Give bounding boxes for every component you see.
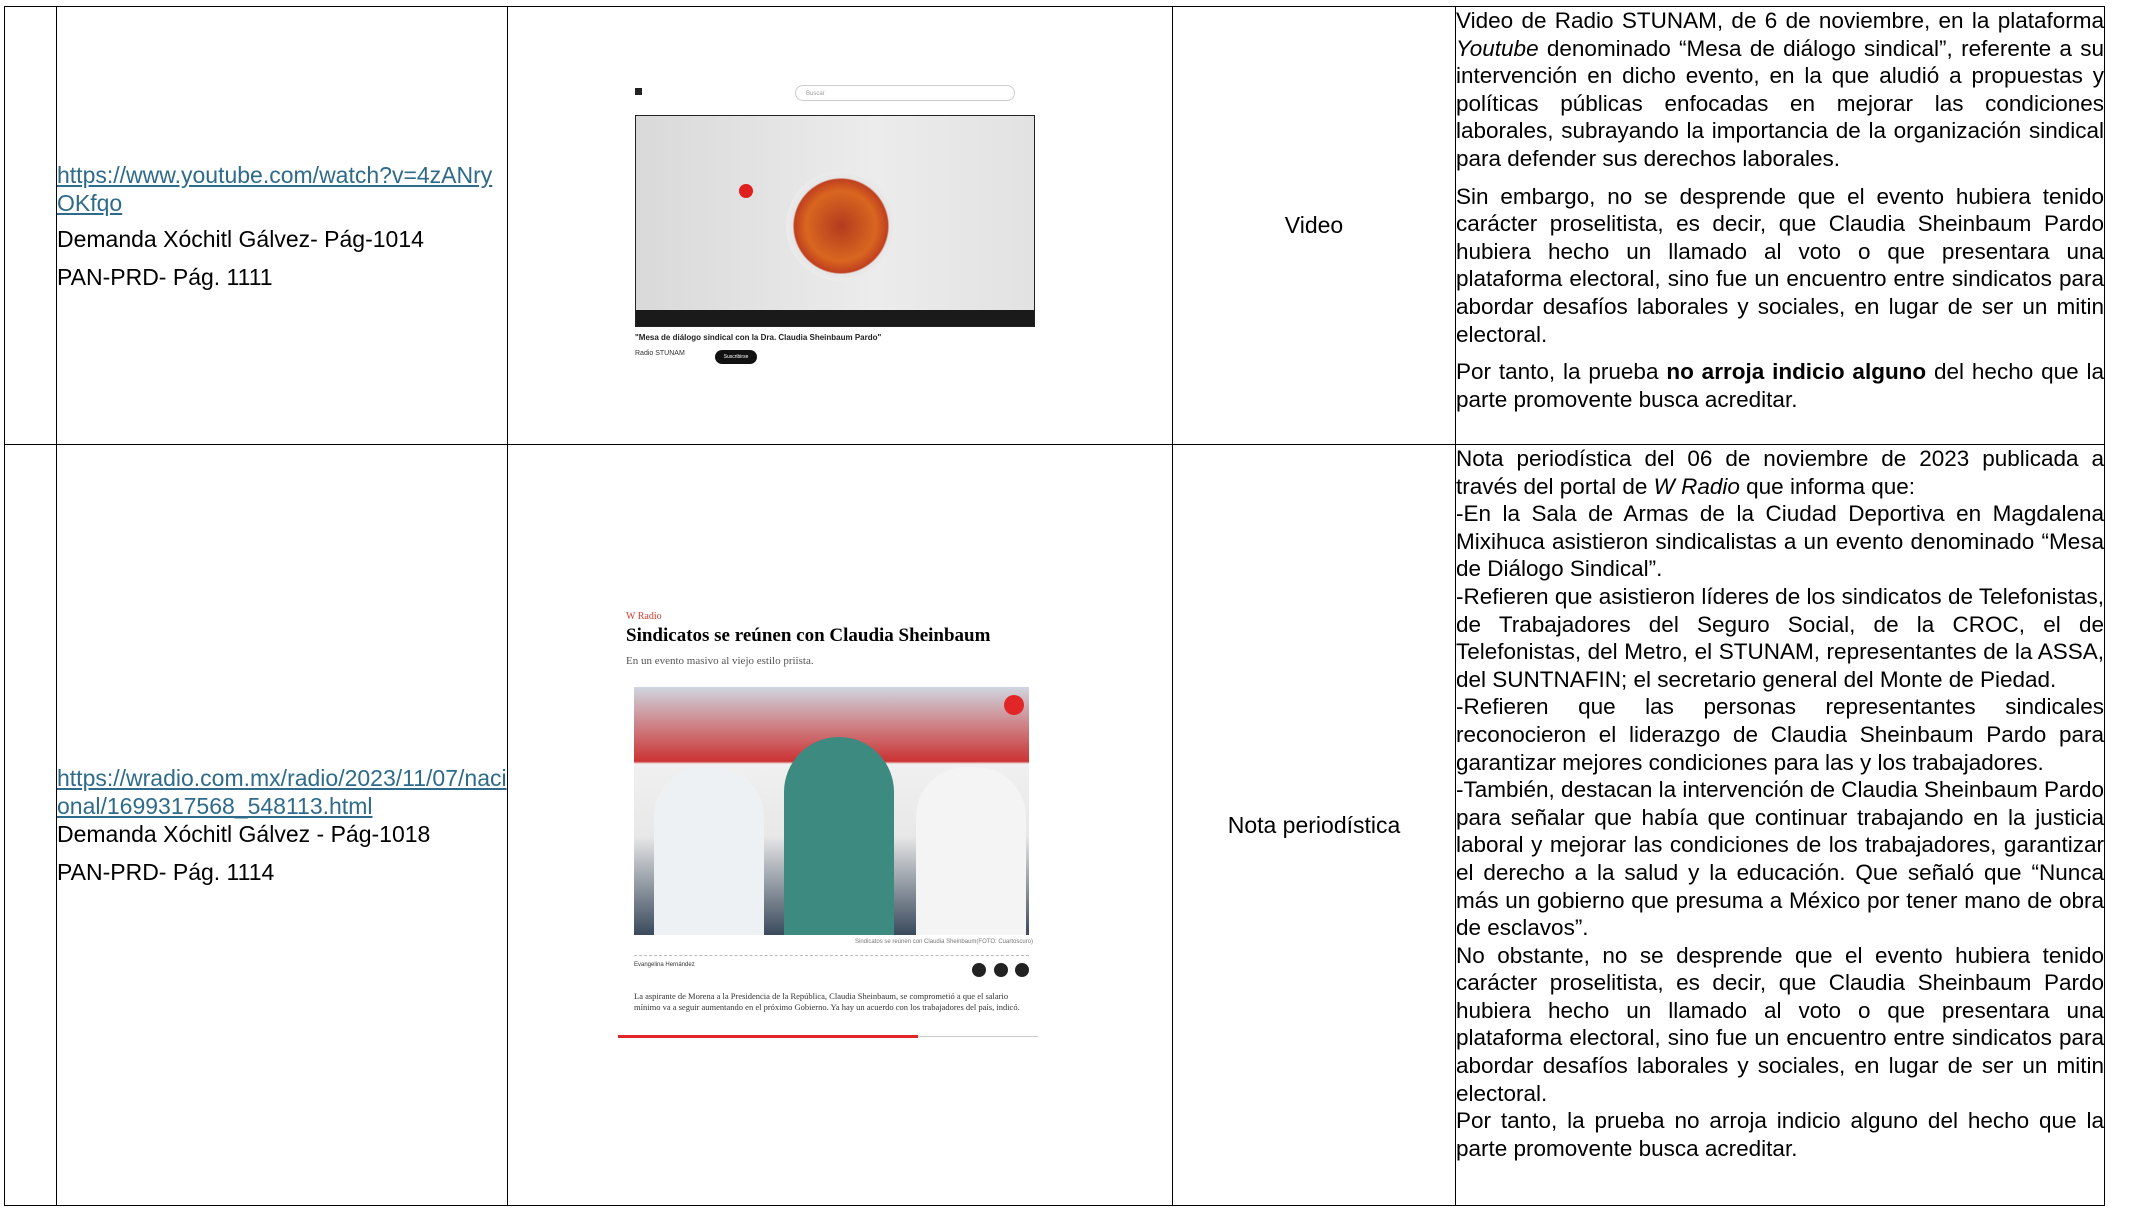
record-dot-icon	[739, 184, 753, 198]
description-paragraph: Por tanto, la prueba no arroja indicio a…	[1456, 1107, 2104, 1162]
x-icon	[993, 963, 1008, 977]
description-paragraph: Por tanto, la prueba no arroja indicio a…	[1456, 358, 2104, 413]
youtube-search-box: Buscar	[795, 85, 1015, 101]
person-figure	[654, 767, 764, 935]
share-icons	[969, 963, 1029, 982]
wradio-screenshot: W Radio Sindicatos se reúnen con Claudia…	[618, 611, 1058, 1051]
text-run: Sin embargo, no se desprende que el even…	[1456, 183, 2104, 347]
video-title: "Mesa de diálogo sindical con la Dra. Cl…	[635, 333, 882, 342]
description-cell: Nota periodística del 06 de noviembre de…	[1455, 444, 2105, 1206]
demanda-reference: Demanda Xóchitl Gálvez - Pág-1018	[57, 821, 431, 847]
index-cell	[4, 6, 57, 445]
person-figure	[784, 737, 894, 935]
photo-caption: Sindicatos se reúnen con Claudia Sheinba…	[855, 939, 1033, 945]
whatsapp-icon	[972, 963, 987, 977]
divider	[918, 1036, 1038, 1037]
wradio-brand: W Radio	[626, 611, 662, 622]
description-text: Nota periodística del 06 de noviembre de…	[1456, 445, 2104, 1162]
text-run: -En la Sala de Armas de la Ciudad Deport…	[1456, 501, 2104, 582]
article-lede: En un evento masivo al viejo estilo prii…	[626, 655, 814, 667]
video-player	[635, 115, 1035, 327]
text-run: W Radio	[1653, 473, 1740, 499]
pan-prd-reference: PAN-PRD- Pág. 1111	[57, 263, 273, 290]
description-paragraph: Nota periodística del 06 de noviembre de…	[1456, 445, 2104, 500]
description-paragraph: No obstante, no se desprende que el even…	[1456, 942, 2104, 1108]
source-cell: https://www.youtube.com/watch?v=4zANryOK…	[56, 6, 508, 445]
facebook-icon	[1015, 963, 1029, 977]
evidence-type: Video	[1172, 6, 1456, 445]
article-photo	[634, 687, 1029, 935]
expand-icon	[1004, 695, 1024, 715]
description-paragraph: -Refieren que asistieron líderes de los …	[1456, 583, 2104, 693]
youtube-topbar: Buscar	[635, 85, 1035, 103]
article-headline: Sindicatos se reúnen con Claudia Sheinba…	[626, 625, 991, 646]
table-row: https://wradio.com.mx/radio/2023/11/07/n…	[4, 444, 2105, 1206]
text-run: Por tanto, la prueba no arroja indicio a…	[1456, 1108, 2104, 1161]
source-cell: https://wradio.com.mx/radio/2023/11/07/n…	[56, 444, 508, 1206]
text-run: Youtube	[1456, 35, 1539, 61]
pan-prd-reference: PAN-PRD- Pág. 1114	[57, 859, 275, 885]
player-controls	[636, 310, 1034, 326]
screenshot-cell: Buscar "Mesa de diálogo sindical con la …	[507, 6, 1173, 445]
text-run: Por tanto, la prueba	[1456, 359, 1667, 385]
source-link[interactable]: https://www.youtube.com/watch?v=4zANryOK…	[57, 161, 507, 217]
text-run: No obstante, no se desprende que el even…	[1456, 942, 2104, 1106]
description-paragraph: Sin embargo, no se desprende que el even…	[1456, 183, 2104, 349]
text-run: -Refieren que las personas representante…	[1456, 694, 2104, 775]
demanda-reference: Demanda Xóchitl Gálvez- Pág-1014	[57, 225, 424, 252]
article-body: La aspirante de Morena a la Presidencia …	[634, 991, 1020, 1012]
person-figure	[916, 767, 1026, 935]
index-cell	[4, 444, 57, 1206]
text-run: no arroja indicio alguno	[1666, 359, 1927, 385]
youtube-logo-icon	[635, 88, 642, 95]
text-run: denominado “Mesa de diálogo sindical”, r…	[1456, 35, 2104, 171]
text-run: que informa que:	[1739, 473, 1916, 499]
text-run: Video de Radio STUNAM, de 6 de noviembre…	[1456, 8, 2104, 33]
screenshot-cell: W Radio Sindicatos se reúnen con Claudia…	[507, 444, 1173, 1206]
channel-row: Radio STUNAM Suscribirse	[635, 350, 1035, 366]
text-run: -También, destacan la intervención de Cl…	[1456, 777, 2104, 941]
description-text: Video de Radio STUNAM, de 6 de noviembre…	[1456, 7, 2104, 413]
subscribe-button: Suscribirse	[715, 350, 757, 364]
sntss-emblem	[786, 171, 896, 281]
evidence-table: https://www.youtube.com/watch?v=4zANryOK…	[4, 6, 2105, 1206]
description-paragraph: -En la Sala de Armas de la Ciudad Deport…	[1456, 500, 2104, 583]
channel-name: Radio STUNAM	[635, 350, 685, 357]
youtube-screenshot: Buscar "Mesa de diálogo sindical con la …	[635, 71, 1035, 371]
source-link[interactable]: https://wradio.com.mx/radio/2023/11/07/n…	[57, 764, 507, 820]
table-row: https://www.youtube.com/watch?v=4zANryOK…	[4, 6, 2105, 445]
description-cell: Video de Radio STUNAM, de 6 de noviembre…	[1455, 6, 2105, 445]
description-paragraph: Video de Radio STUNAM, de 6 de noviembre…	[1456, 7, 2104, 173]
progress-line	[618, 1035, 918, 1038]
description-paragraph: -Refieren que las personas representante…	[1456, 693, 2104, 776]
evidence-type: Nota periodística	[1172, 444, 1456, 1206]
description-paragraph: -También, destacan la intervención de Cl…	[1456, 776, 2104, 942]
text-run: -Refieren que asistieron líderes de los …	[1456, 583, 2104, 692]
